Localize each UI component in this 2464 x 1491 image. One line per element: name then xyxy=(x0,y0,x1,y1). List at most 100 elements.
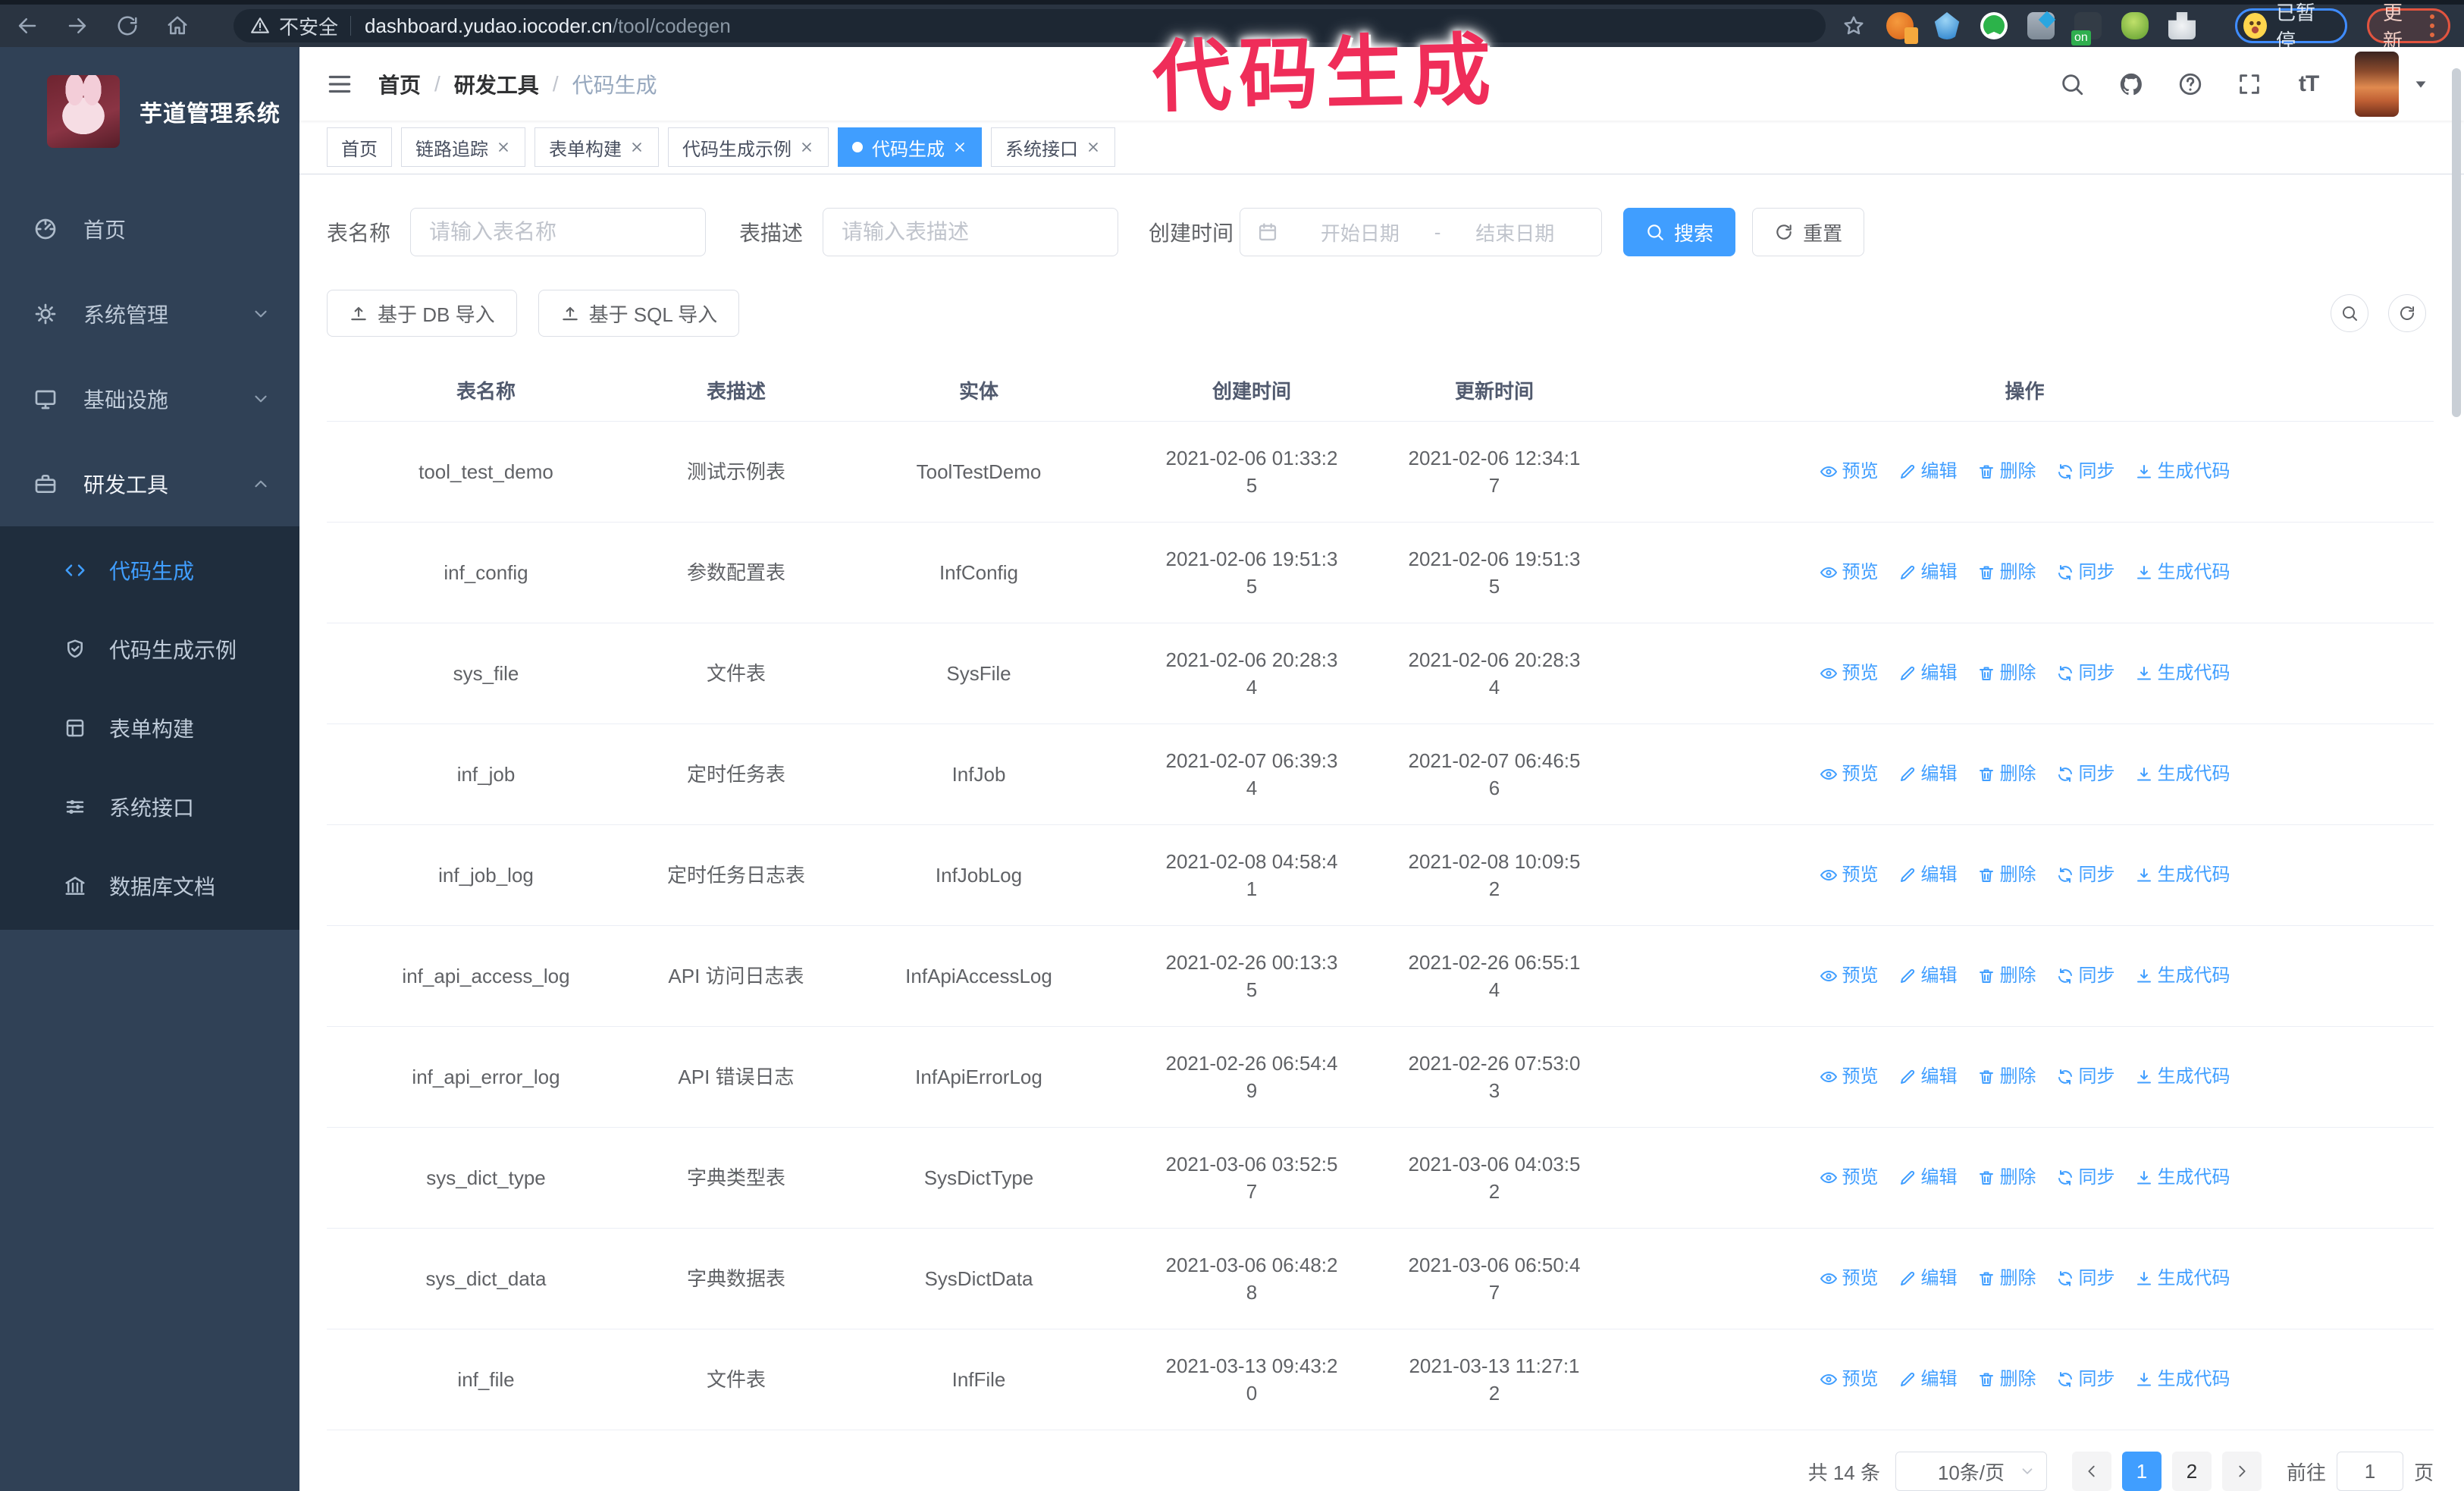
ext-puzzle-icon[interactable] xyxy=(2168,12,2196,39)
action-编辑[interactable]: 编辑 xyxy=(1898,458,1958,485)
extension-paused-badge[interactable]: 已暂停 xyxy=(2235,2,2347,52)
table-desc-input[interactable] xyxy=(823,208,1119,256)
action-预览[interactable]: 预览 xyxy=(1820,1265,1879,1292)
sidebar-item-研发工具[interactable]: 研发工具 xyxy=(0,441,299,526)
back-icon[interactable] xyxy=(14,12,41,39)
github-icon[interactable] xyxy=(2117,70,2146,99)
sidebar-subitem-数据库文档[interactable]: 数据库文档 xyxy=(0,846,299,925)
sidebar-subitem-代码生成示例[interactable]: 代码生成示例 xyxy=(0,610,299,689)
import-db-button[interactable]: 基于 DB 导入 xyxy=(327,290,517,337)
action-同步[interactable]: 同步 xyxy=(2056,1366,2115,1393)
help-icon[interactable] xyxy=(2176,70,2205,99)
action-同步[interactable]: 同步 xyxy=(2056,862,2115,889)
page-button-1[interactable]: 1 xyxy=(2121,1452,2161,1491)
action-生成代码[interactable]: 生成代码 xyxy=(2135,458,2230,485)
ext-orange-icon[interactable] xyxy=(1886,12,1918,44)
tab-链路追踪[interactable]: 链路追踪 xyxy=(401,127,525,168)
action-预览[interactable]: 预览 xyxy=(1820,1366,1879,1393)
action-预览[interactable]: 预览 xyxy=(1820,559,1879,586)
reload-icon[interactable] xyxy=(114,12,141,39)
action-预览[interactable]: 预览 xyxy=(1820,660,1879,687)
action-同步[interactable]: 同步 xyxy=(2056,1063,2115,1091)
tab-首页[interactable]: 首页 xyxy=(327,127,392,168)
action-预览[interactable]: 预览 xyxy=(1820,1164,1879,1191)
action-删除[interactable]: 删除 xyxy=(1977,1164,2036,1191)
action-编辑[interactable]: 编辑 xyxy=(1898,862,1958,889)
close-icon[interactable] xyxy=(496,140,511,155)
action-生成代码[interactable]: 生成代码 xyxy=(2135,1366,2230,1393)
close-icon[interactable] xyxy=(1086,140,1101,155)
avatar[interactable] xyxy=(2355,51,2399,117)
hamburger-icon[interactable] xyxy=(325,70,354,99)
prev-page-button[interactable] xyxy=(2071,1452,2111,1491)
search-button[interactable]: 搜索 xyxy=(1623,208,1736,256)
fullscreen-icon[interactable] xyxy=(2235,70,2264,99)
action-删除[interactable]: 删除 xyxy=(1977,559,2036,586)
bookmark-star-icon[interactable] xyxy=(1842,14,1865,37)
action-删除[interactable]: 删除 xyxy=(1977,1265,2036,1292)
search-icon[interactable] xyxy=(2058,70,2086,99)
action-编辑[interactable]: 编辑 xyxy=(1898,1265,1958,1292)
action-编辑[interactable]: 编辑 xyxy=(1898,1366,1958,1393)
home-icon[interactable] xyxy=(164,12,191,39)
action-删除[interactable]: 删除 xyxy=(1977,660,2036,687)
close-icon[interactable] xyxy=(952,140,967,155)
action-编辑[interactable]: 编辑 xyxy=(1898,559,1958,586)
action-生成代码[interactable]: 生成代码 xyxy=(2135,1164,2230,1191)
action-预览[interactable]: 预览 xyxy=(1820,862,1879,889)
action-编辑[interactable]: 编辑 xyxy=(1898,1063,1958,1091)
sidebar-item-首页[interactable]: 首页 xyxy=(0,187,299,272)
action-删除[interactable]: 删除 xyxy=(1977,862,2036,889)
next-page-button[interactable] xyxy=(2221,1452,2262,1491)
caret-down-icon[interactable] xyxy=(2412,76,2429,93)
sidebar-subitem-表单构建[interactable]: 表单构建 xyxy=(0,689,299,767)
action-预览[interactable]: 预览 xyxy=(1820,458,1879,485)
breadcrumb-item[interactable]: 首页 xyxy=(378,69,421,99)
address-bar[interactable]: 不安全 dashboard.yudao.iocoder.cn/tool/code… xyxy=(234,9,1826,42)
ext-dark-on-icon[interactable] xyxy=(2071,12,2102,46)
ext-blue-drop-icon[interactable] xyxy=(1934,12,1960,39)
scrollbar-thumb[interactable] xyxy=(2452,68,2461,417)
action-生成代码[interactable]: 生成代码 xyxy=(2135,660,2230,687)
action-编辑[interactable]: 编辑 xyxy=(1898,660,1958,687)
action-生成代码[interactable]: 生成代码 xyxy=(2135,862,2230,889)
action-同步[interactable]: 同步 xyxy=(2056,660,2115,687)
close-icon[interactable] xyxy=(799,140,814,155)
action-生成代码[interactable]: 生成代码 xyxy=(2135,1265,2230,1292)
action-生成代码[interactable]: 生成代码 xyxy=(2135,559,2230,586)
action-生成代码[interactable]: 生成代码 xyxy=(2135,1063,2230,1091)
tab-代码生成[interactable]: 代码生成 xyxy=(838,127,982,168)
date-range-picker[interactable]: 开始日期 - 结束日期 xyxy=(1240,208,1603,256)
action-编辑[interactable]: 编辑 xyxy=(1898,962,1958,990)
sidebar-subitem-代码生成[interactable]: 代码生成 xyxy=(0,531,299,610)
action-删除[interactable]: 删除 xyxy=(1977,761,2036,788)
action-删除[interactable]: 删除 xyxy=(1977,1366,2036,1393)
action-同步[interactable]: 同步 xyxy=(2056,1164,2115,1191)
action-预览[interactable]: 预览 xyxy=(1820,1063,1879,1091)
action-同步[interactable]: 同步 xyxy=(2056,458,2115,485)
ext-grid-blue-icon[interactable] xyxy=(2027,12,2055,39)
forward-icon[interactable] xyxy=(64,12,91,39)
goto-page-input[interactable] xyxy=(2336,1452,2403,1491)
toggle-search-button[interactable] xyxy=(2331,294,2368,332)
reset-button[interactable]: 重置 xyxy=(1752,208,1865,256)
page-size-select[interactable]: 10条/页 xyxy=(1895,1452,2047,1491)
tab-系统接口[interactable]: 系统接口 xyxy=(991,127,1115,168)
page-button-2[interactable]: 2 xyxy=(2171,1452,2212,1491)
action-预览[interactable]: 预览 xyxy=(1820,962,1879,990)
kebab-menu-icon[interactable] xyxy=(2430,12,2434,39)
action-同步[interactable]: 同步 xyxy=(2056,1265,2115,1292)
action-同步[interactable]: 同步 xyxy=(2056,962,2115,990)
action-同步[interactable]: 同步 xyxy=(2056,559,2115,586)
action-删除[interactable]: 删除 xyxy=(1977,1063,2036,1091)
action-同步[interactable]: 同步 xyxy=(2056,761,2115,788)
refresh-table-button[interactable] xyxy=(2388,294,2426,332)
ext-green-blob-icon[interactable] xyxy=(2121,12,2149,39)
sidebar-item-系统管理[interactable]: 系统管理 xyxy=(0,272,299,356)
import-sql-button[interactable]: 基于 SQL 导入 xyxy=(538,290,740,337)
tab-代码生成示例[interactable]: 代码生成示例 xyxy=(668,127,829,168)
action-预览[interactable]: 预览 xyxy=(1820,761,1879,788)
action-删除[interactable]: 删除 xyxy=(1977,962,2036,990)
close-icon[interactable] xyxy=(629,140,644,155)
action-生成代码[interactable]: 生成代码 xyxy=(2135,761,2230,788)
